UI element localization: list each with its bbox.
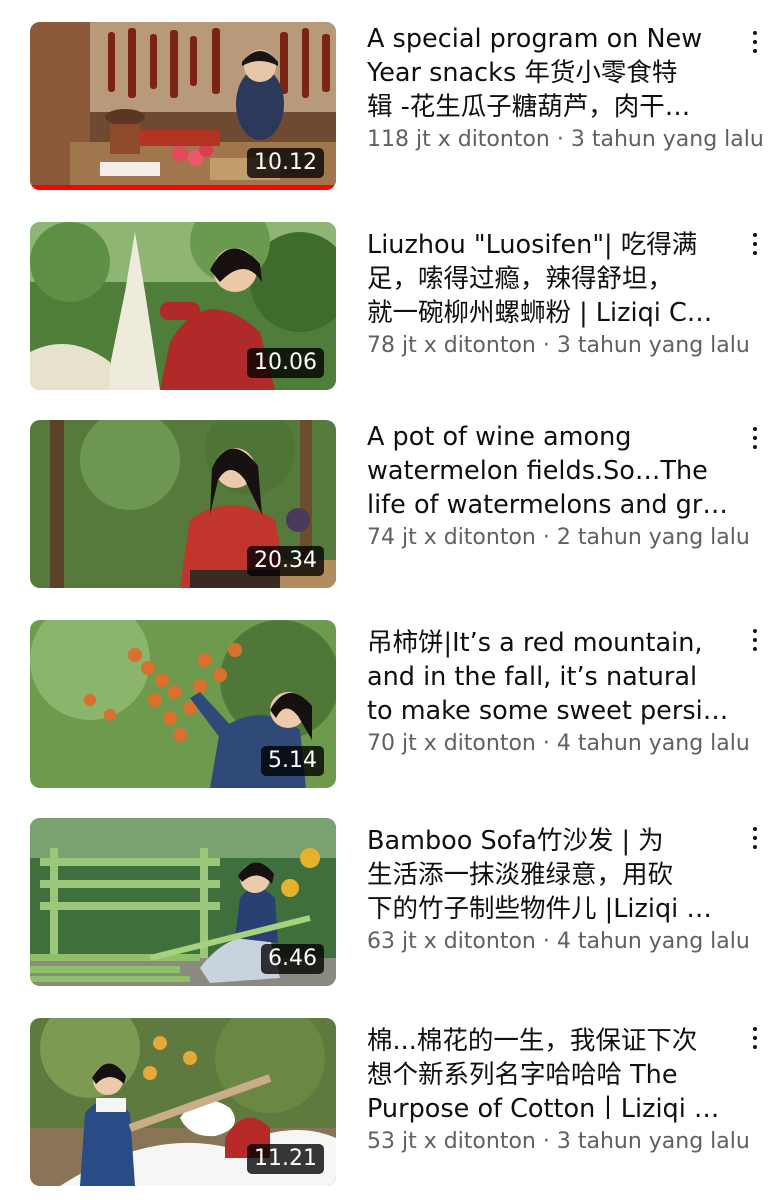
view-count: 74 jt x ditonton	[367, 525, 536, 550]
video-title-line: Bamboo Sofa竹沙发 | 为	[367, 826, 664, 856]
view-count: 53 jt x ditonton	[367, 1129, 536, 1154]
video-title-line: 吊柿饼|It’s a red mountain,	[367, 628, 703, 658]
meta-separator: ·	[549, 127, 571, 152]
video-title-line: A special program on New	[367, 24, 703, 54]
upload-age: 4 tahun yang lalu	[556, 929, 750, 954]
meta-separator: ·	[535, 731, 557, 756]
video-title[interactable]: A pot of wine among watermelon fields.So…	[367, 420, 727, 522]
video-title-line: 想个新系列名字哈哈哈 The	[367, 1060, 678, 1090]
video-duration: 10.06	[247, 348, 324, 378]
video-thumbnail[interactable]: 5.14	[30, 620, 336, 788]
video-stats: 70 jt x ditonton · 4 tahun yang lalu	[367, 730, 750, 758]
video-title-line: and in the fall, it’s natural	[367, 662, 698, 692]
video-title-line: life of watermelons and gr…	[367, 490, 727, 520]
watch-progress-fill	[30, 185, 336, 190]
video-title-line: to make some sweet persi…	[367, 696, 727, 726]
meta-separator: ·	[535, 333, 557, 358]
video-title-line: watermelon fields.So…The	[367, 456, 708, 486]
video-duration: 20.34	[247, 546, 324, 576]
video-title-line: 棉...棉花的一生，我保证下次	[367, 1026, 698, 1056]
more-options-button[interactable]	[744, 1020, 766, 1056]
video-stats: 53 jt x ditonton · 3 tahun yang lalu	[367, 1128, 750, 1156]
video-item[interactable]: 10.12 A special program on New Year snac…	[0, 0, 784, 200]
video-stats: 78 jt x ditonton · 3 tahun yang lalu	[367, 332, 750, 360]
meta-separator: ·	[535, 929, 557, 954]
video-title[interactable]: Liuzhou "Luosifen"| 吃得满 足，嗦得过瘾，辣得舒坦， 就一碗…	[367, 228, 727, 330]
video-title[interactable]: A special program on New Year snacks 年货小…	[367, 22, 727, 124]
video-duration: 5.14	[261, 746, 324, 776]
video-stats: 74 jt x ditonton · 2 tahun yang lalu	[367, 524, 750, 552]
video-title-line: A pot of wine among	[367, 422, 632, 452]
more-options-button[interactable]	[744, 24, 766, 60]
video-stats: 118 jt x ditonton · 3 tahun yang lalu	[367, 126, 764, 154]
video-duration: 6.46	[261, 944, 324, 974]
video-title-line: 就一碗柳州螺蛳粉 | Liziqi C…	[367, 298, 713, 328]
more-options-button[interactable]	[744, 820, 766, 856]
video-thumbnail[interactable]: 10.06	[30, 222, 336, 390]
video-title-line: Year snacks 年货小零食特	[367, 58, 678, 88]
video-item[interactable]: 20.34 A pot of wine among watermelon fie…	[0, 400, 784, 600]
video-title-line: Purpose of Cotton丨Liziqi …	[367, 1094, 720, 1124]
view-count: 63 jt x ditonton	[367, 929, 536, 954]
view-count: 118 jt x ditonton	[367, 127, 550, 152]
video-title-line: 下的竹子制些物件儿 |Liziqi …	[367, 894, 712, 924]
upload-age: 3 tahun yang lalu	[556, 333, 750, 358]
meta-separator: ·	[535, 525, 557, 550]
more-options-button[interactable]	[744, 420, 766, 456]
video-title[interactable]: 棉...棉花的一生，我保证下次 想个新系列名字哈哈哈 The Purpose o…	[367, 1024, 727, 1126]
video-thumbnail[interactable]: 20.34	[30, 420, 336, 588]
video-title-line: 足，嗦得过瘾，辣得舒坦，	[367, 264, 674, 294]
video-duration: 10.12	[247, 148, 324, 178]
video-item[interactable]: 5.14 吊柿饼|It’s a red mountain, and in the…	[0, 600, 784, 800]
video-title[interactable]: Bamboo Sofa竹沙发 | 为 生活添一抹淡雅绿意，用砍 下的竹子制些物件…	[367, 824, 727, 926]
video-item[interactable]: 6.46 Bamboo Sofa竹沙发 | 为 生活添一抹淡雅绿意，用砍 下的竹…	[0, 800, 784, 1000]
upload-age: 2 tahun yang lalu	[556, 525, 750, 550]
watch-progress-bar	[30, 185, 336, 190]
view-count: 70 jt x ditonton	[367, 731, 536, 756]
more-options-button[interactable]	[744, 226, 766, 262]
video-title[interactable]: 吊柿饼|It’s a red mountain, and in the fall…	[367, 626, 727, 728]
video-duration: 11.21	[247, 1144, 324, 1174]
view-count: 78 jt x ditonton	[367, 333, 536, 358]
video-thumbnail[interactable]: 10.12	[30, 22, 336, 190]
video-thumbnail[interactable]: 6.46	[30, 818, 336, 986]
video-thumbnail[interactable]: 11.21	[30, 1018, 336, 1186]
upload-age: 3 tahun yang lalu	[570, 127, 764, 152]
upload-age: 4 tahun yang lalu	[556, 731, 750, 756]
video-item[interactable]: 11.21 棉...棉花的一生，我保证下次 想个新系列名字哈哈哈 The Pur…	[0, 1000, 784, 1200]
video-title-line: 辑 -花生瓜子糖葫芦，肉干…	[367, 92, 691, 122]
meta-separator: ·	[535, 1129, 557, 1154]
upload-age: 3 tahun yang lalu	[556, 1129, 750, 1154]
video-title-line: 生活添一抹淡雅绿意，用砍	[367, 860, 674, 890]
video-stats: 63 jt x ditonton · 4 tahun yang lalu	[367, 928, 750, 956]
more-options-button[interactable]	[744, 622, 766, 658]
video-title-line: Liuzhou "Luosifen"| 吃得满	[367, 230, 698, 260]
video-item[interactable]: 10.06 Liuzhou "Luosifen"| 吃得满 足，嗦得过瘾，辣得舒…	[0, 200, 784, 400]
